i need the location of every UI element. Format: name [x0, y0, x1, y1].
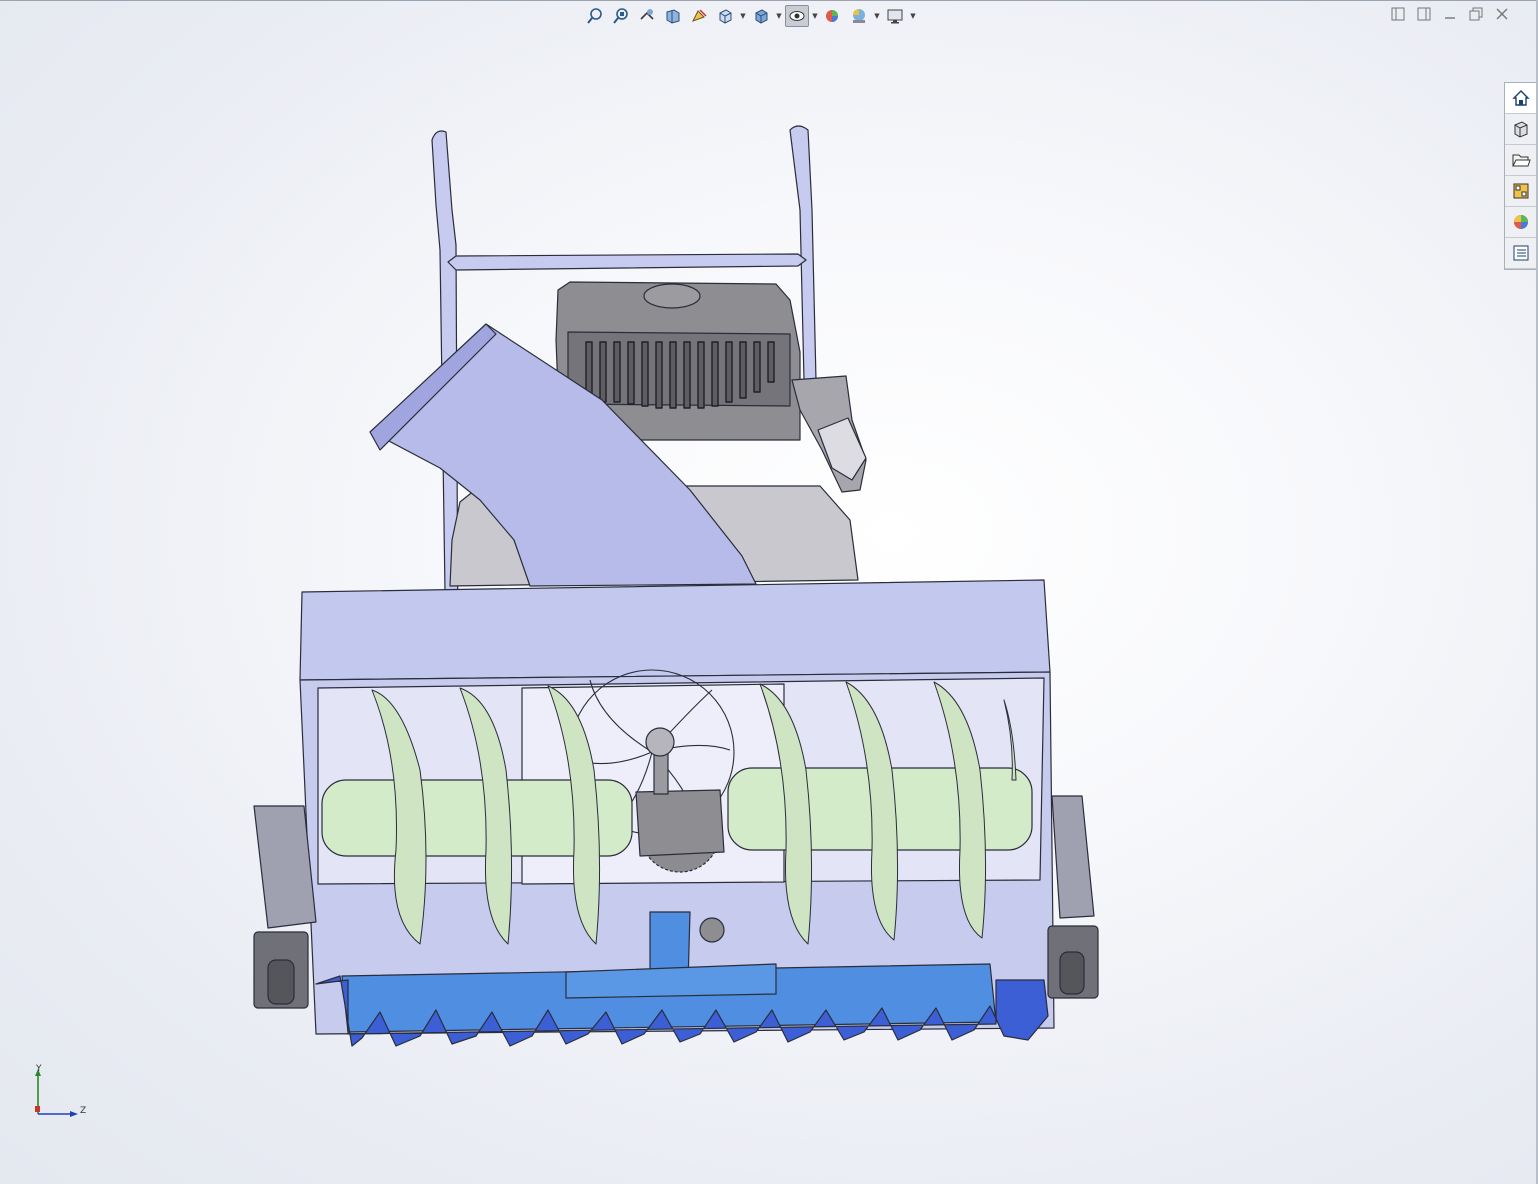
view-palette-icon[interactable]: [1505, 176, 1536, 207]
triad-y-label: Y: [36, 1064, 42, 1074]
engine-cap: [643, 283, 701, 309]
housing-top: [299, 579, 1051, 681]
view-settings-icon[interactable]: [883, 5, 907, 27]
gearbox: [635, 789, 725, 857]
reference-triad: Y Z: [26, 1062, 96, 1122]
task-pane: [1504, 82, 1536, 270]
hide-show-items-dropdown[interactable]: ▼: [811, 5, 819, 27]
minimize-icon[interactable]: [1442, 6, 1458, 22]
section-view-icon[interactable]: [661, 5, 685, 27]
handle-crossbar: [447, 253, 807, 271]
window-controls: [1390, 6, 1510, 22]
custom-properties-icon[interactable]: [1505, 238, 1536, 269]
close-icon[interactable]: [1494, 6, 1510, 22]
apply-scene-icon[interactable]: [847, 5, 871, 27]
hide-show-items-icon[interactable]: [785, 5, 809, 27]
file-explorer-icon[interactable]: [1505, 145, 1536, 176]
zoom-to-fit-icon[interactable]: [583, 5, 607, 27]
display-style-dropdown[interactable]: ▼: [775, 5, 783, 27]
previous-view-icon[interactable]: [635, 5, 659, 27]
right-skid: [1051, 795, 1095, 919]
design-library-icon[interactable]: [1505, 114, 1536, 145]
triad-z-label: Z: [80, 1106, 87, 1116]
restore-icon[interactable]: [1468, 6, 1484, 22]
snowblower-model: [253, 125, 1099, 1047]
solidworks-resources-icon[interactable]: [1505, 83, 1536, 114]
zoom-to-area-icon[interactable]: [609, 5, 633, 27]
view-orientation-icon[interactable]: [713, 5, 737, 27]
apply-scene-dropdown[interactable]: ▼: [873, 5, 881, 27]
left-wheel: [253, 931, 309, 1009]
tile-left-icon[interactable]: [1390, 6, 1406, 22]
right-wheel: [1047, 925, 1099, 999]
heads-up-view-toolbar: ▼ ▼ ▼ ▼ ▼: [583, 4, 917, 28]
display-style-icon[interactable]: [749, 5, 773, 27]
tile-right-icon[interactable]: [1416, 6, 1432, 22]
gearbox-hub: [645, 727, 675, 757]
scraper-gear: [699, 917, 725, 943]
edit-appearance-icon[interactable]: [821, 5, 845, 27]
dynamic-annotation-icon[interactable]: [687, 5, 711, 27]
appearances-scenes-icon[interactable]: [1505, 207, 1536, 238]
view-settings-dropdown[interactable]: ▼: [909, 5, 917, 27]
model-viewport[interactable]: [0, 0, 1538, 1184]
view-orientation-dropdown[interactable]: ▼: [739, 5, 747, 27]
